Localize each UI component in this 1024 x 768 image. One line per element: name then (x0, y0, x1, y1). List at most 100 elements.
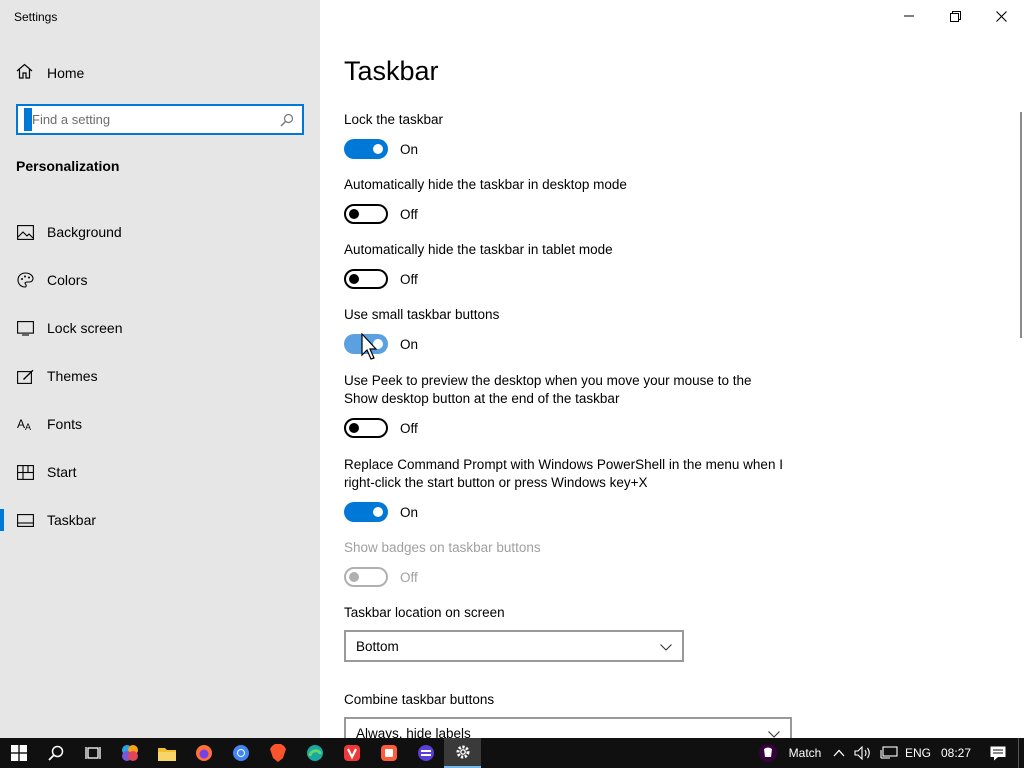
minimize-button[interactable] (886, 0, 932, 32)
setting-autohide-tablet: Automatically hide the taskbar in tablet… (344, 241, 784, 289)
close-button[interactable] (978, 0, 1024, 32)
sidebar-item-themes[interactable]: Themes (0, 352, 320, 400)
window-controls (886, 0, 1024, 32)
setting-label: Use small taskbar buttons (344, 307, 500, 322)
toggle-state: On (400, 141, 419, 157)
tray-app-button[interactable] (754, 738, 782, 768)
sidebar-item-colors[interactable]: Colors (0, 256, 320, 304)
clock[interactable]: 08:27 (934, 738, 978, 768)
file-explorer-button[interactable] (148, 738, 185, 768)
setting-label: Use Peek to preview the desktop when you… (344, 373, 752, 406)
app-orange-icon (380, 745, 397, 761)
sidebar-item-label: Themes (47, 368, 98, 384)
sidebar-item-start[interactable]: Start (0, 448, 320, 496)
setting-label: Lock the taskbar (344, 112, 444, 127)
brave-icon (269, 744, 286, 762)
main-content: Taskbar Lock the taskbar On Automaticall… (320, 0, 1024, 738)
sidebar-item-label: Colors (47, 272, 88, 288)
setting-powershell: Replace Command Prompt with Windows Powe… (344, 456, 784, 522)
purple-app-button[interactable] (407, 738, 444, 768)
chevron-up-icon[interactable] (828, 738, 850, 768)
palette-icon (16, 271, 34, 289)
toggle-state: On (400, 504, 419, 520)
vivaldi-icon (343, 745, 360, 761)
location-dropdown[interactable]: Bottom (344, 630, 684, 662)
volume-icon[interactable] (850, 738, 876, 768)
orange-app-button[interactable] (370, 738, 407, 768)
network-icon[interactable] (876, 738, 902, 768)
firefox-icon (195, 745, 212, 761)
sidebar-item-label: Lock screen (47, 320, 123, 336)
sidebar-item-lock-screen[interactable]: Lock screen (0, 304, 320, 352)
chrome-button[interactable] (222, 738, 259, 768)
sidebar-item-label: Taskbar (47, 512, 97, 528)
lock-screen-icon (16, 319, 34, 337)
sidebar-item-background[interactable]: Background (0, 208, 320, 256)
app-title: Settings (14, 10, 58, 24)
autohide-tablet-toggle[interactable] (344, 269, 388, 289)
setting-label: Automatically hide the taskbar in tablet… (344, 242, 613, 257)
sidebar-item-label: Background (47, 224, 122, 240)
picture-icon (16, 223, 34, 241)
combine-dropdown[interactable]: Always, hide labels (344, 717, 792, 738)
maximize-button[interactable] (932, 0, 978, 32)
toggle-state: On (400, 336, 419, 352)
system-tray: Match ENG 08:27 (754, 738, 1024, 768)
text-caret (24, 108, 32, 131)
show-desktop-button[interactable] (1018, 738, 1024, 768)
toggle-state: Off (400, 206, 418, 222)
edge-button[interactable] (296, 738, 333, 768)
taskbar-search-button[interactable] (37, 738, 74, 768)
powershell-toggle[interactable] (344, 502, 388, 522)
setting-label: Replace Command Prompt with Windows Powe… (344, 457, 783, 490)
peek-toggle[interactable] (344, 418, 388, 438)
home-nav-item[interactable]: Home (16, 62, 84, 84)
setting-label: Taskbar location on screen (344, 605, 505, 620)
setting-combine: Combine taskbar buttons Always, hide lab… (344, 691, 792, 738)
search-input[interactable] (32, 112, 276, 127)
sidebar-item-label: Fonts (47, 416, 83, 432)
scrollbar[interactable] (1020, 112, 1022, 338)
setting-small-buttons: Use small taskbar buttons On (344, 306, 784, 354)
copilot-app-button[interactable] (111, 738, 148, 768)
setting-label: Combine taskbar buttons (344, 692, 495, 707)
copilot-icon (121, 745, 138, 761)
sidebar-item-label: Start (47, 464, 77, 480)
language-indicator[interactable]: ENG (902, 738, 934, 768)
svg-text:A: A (17, 417, 25, 431)
firefox-button[interactable] (185, 738, 222, 768)
chrome-icon (232, 745, 249, 761)
home-icon (16, 63, 33, 84)
autohide-desktop-toggle[interactable] (344, 204, 388, 224)
task-view-icon (84, 747, 101, 759)
search-icon[interactable] (280, 113, 294, 132)
task-view-button[interactable] (74, 738, 111, 768)
settings-app-button[interactable] (444, 738, 481, 768)
file-explorer-icon (157, 747, 176, 761)
tray-match-label[interactable]: Match (782, 738, 828, 768)
section-title: Personalization (16, 158, 120, 174)
toggle-state: Off (400, 569, 418, 585)
vivaldi-button[interactable] (333, 738, 370, 768)
toggle-state: Off (400, 420, 418, 436)
start-button[interactable] (0, 738, 37, 768)
brave-button[interactable] (259, 738, 296, 768)
search-box[interactable] (16, 104, 304, 135)
action-center-icon[interactable] (978, 738, 1018, 768)
search-icon (47, 745, 63, 761)
windows-logo-icon (10, 745, 27, 761)
setting-lock-taskbar: Lock the taskbar On (344, 111, 784, 159)
dropdown-value: Always, hide labels (356, 725, 471, 739)
taskbar-icon (16, 511, 34, 529)
chevron-down-icon (768, 726, 780, 739)
app-purple-icon (417, 745, 434, 761)
sidebar-item-fonts[interactable]: AA Fonts (0, 400, 320, 448)
toggle-state: Off (400, 271, 418, 287)
sidebar-nav: Background Colors Lock screen Themes AA … (0, 208, 320, 544)
lock-taskbar-toggle[interactable] (344, 139, 388, 159)
mouse-cursor-icon (361, 332, 378, 366)
edge-icon (306, 745, 323, 761)
dropdown-value: Bottom (356, 638, 399, 654)
home-label: Home (47, 65, 85, 81)
sidebar-item-taskbar[interactable]: Taskbar (0, 496, 320, 544)
